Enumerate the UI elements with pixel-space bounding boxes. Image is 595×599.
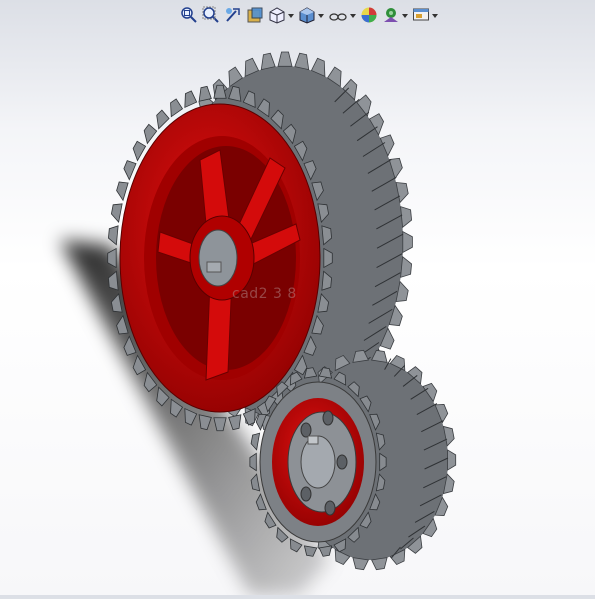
- section-view-icon: [247, 7, 263, 23]
- large-gear-keyway: [206, 261, 222, 273]
- previous-view-icon: [226, 8, 240, 22]
- gear-tooth: [108, 225, 119, 246]
- chevron-down-icon: [432, 14, 438, 18]
- chevron-down-icon: [350, 14, 356, 18]
- display-style-icon: [299, 7, 315, 24]
- heads-up-view-toolbar: [180, 4, 442, 26]
- previous-view-button[interactable]: [224, 4, 242, 26]
- hide-show-items-button[interactable]: [328, 4, 356, 26]
- zoom-to-area-icon: [202, 6, 219, 23]
- edit-appearance-icon: [361, 7, 377, 23]
- zoom-to-fit-icon: [181, 7, 197, 23]
- gear-tooth: [198, 85, 212, 102]
- gear-tooth: [400, 255, 413, 278]
- gear-tooth: [123, 160, 137, 181]
- gear-tooth: [170, 98, 184, 118]
- view-orientation-button[interactable]: [268, 4, 294, 26]
- gear-tooth: [352, 557, 370, 571]
- gear-tooth: [184, 90, 198, 109]
- small-gear-keyway: [307, 435, 319, 445]
- large-gear-bore: [198, 229, 238, 287]
- gear-tooth: [402, 230, 413, 254]
- gear-tooth: [294, 52, 310, 71]
- gear-tooth: [250, 432, 261, 451]
- gear-tooth: [447, 449, 457, 471]
- section-view-button[interactable]: [246, 4, 264, 26]
- zoom-to-fit-button[interactable]: [180, 4, 198, 26]
- gear-assembly-model: [60, 51, 457, 595]
- zoom-to-area-button[interactable]: [202, 4, 220, 26]
- apply-scene-icon: [384, 8, 398, 22]
- graphics-viewport[interactable]: cad2 3 8: [0, 0, 595, 595]
- gear-tooth: [110, 203, 123, 223]
- gear-tooth: [400, 206, 413, 229]
- chevron-down-icon: [288, 14, 294, 18]
- display-style-button[interactable]: [298, 4, 324, 26]
- view-settings-button[interactable]: [412, 4, 438, 26]
- chevron-down-icon: [318, 14, 324, 18]
- gear-tooth: [260, 52, 276, 71]
- watermark-text: cad2 3 8: [232, 286, 297, 302]
- small-gear[interactable]: [249, 349, 457, 571]
- edit-appearance-button[interactable]: [360, 4, 378, 26]
- view-orientation-icon: [269, 7, 285, 24]
- apply-scene-button[interactable]: [382, 4, 408, 26]
- gear-tooth: [277, 51, 293, 67]
- gear-tooth: [370, 557, 388, 571]
- gear-tooth: [156, 109, 170, 130]
- hide-show-items-icon: [329, 13, 347, 21]
- gear-tooth: [116, 181, 129, 202]
- chevron-down-icon: [402, 14, 408, 18]
- view-settings-icon: [413, 8, 429, 21]
